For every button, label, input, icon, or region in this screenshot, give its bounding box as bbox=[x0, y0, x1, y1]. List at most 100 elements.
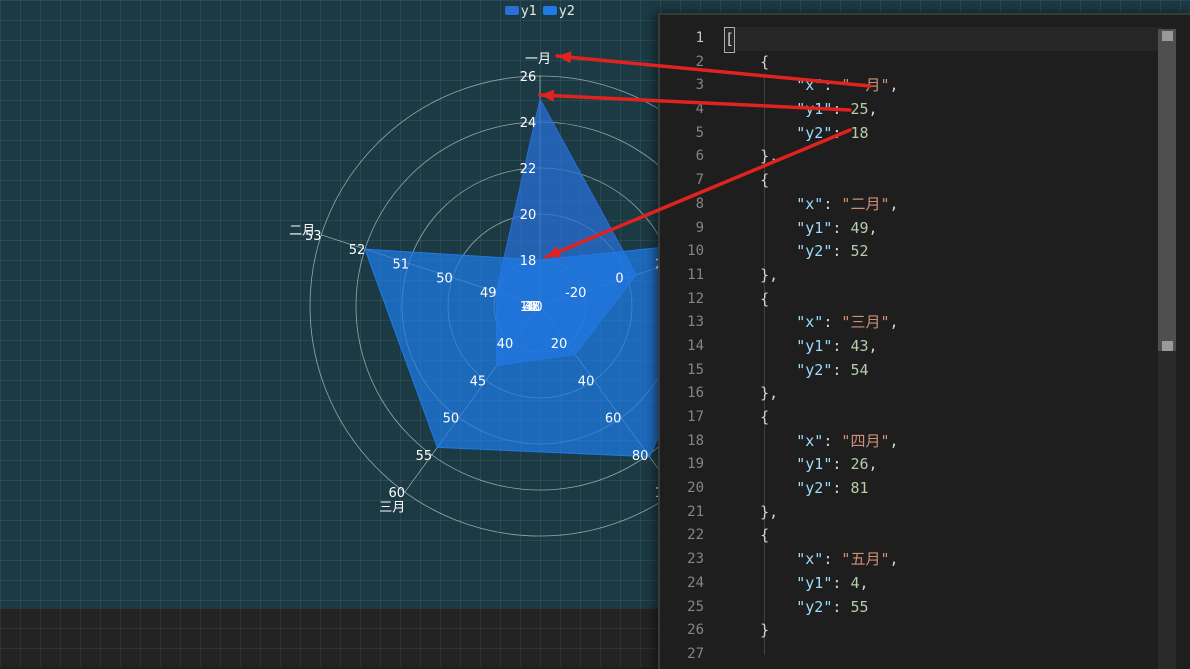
json-token: : bbox=[823, 194, 842, 213]
code-line[interactable]: "y1": 26, bbox=[724, 453, 1162, 477]
tick-label: 49 bbox=[480, 286, 497, 301]
code-line[interactable]: "y1": 25, bbox=[724, 98, 1162, 122]
json-value: 49 bbox=[850, 218, 869, 237]
tick-label: 55 bbox=[416, 449, 433, 464]
json-token: { bbox=[724, 52, 770, 71]
json-value: 三月 bbox=[850, 313, 881, 332]
json-token: "y1" bbox=[796, 218, 833, 237]
code-line[interactable]: "y2": 54 bbox=[724, 359, 1162, 383]
legend-label: y1 bbox=[521, 4, 537, 19]
line-number: 17 bbox=[687, 409, 704, 425]
code-line[interactable]: "y1": 4, bbox=[724, 572, 1162, 596]
json-token: : bbox=[832, 360, 851, 379]
tick-label: 50 bbox=[443, 412, 460, 427]
code-line[interactable]: } bbox=[724, 619, 1162, 643]
json-token: }, bbox=[724, 502, 779, 521]
code-line[interactable]: "x": "五月", bbox=[724, 548, 1162, 572]
line-number: 21 bbox=[687, 503, 704, 520]
json-value: 81 bbox=[850, 479, 869, 498]
tick-label: -40 bbox=[521, 300, 542, 315]
json-token: : bbox=[823, 431, 842, 450]
tick-label: 20 bbox=[551, 337, 568, 352]
legend-swatch-y2 bbox=[543, 6, 557, 15]
line-number: 1 bbox=[695, 30, 704, 46]
line-number: 8 bbox=[695, 195, 704, 212]
json-value: 一月 bbox=[850, 76, 881, 95]
code-line[interactable]: "y2": 55 bbox=[724, 596, 1162, 620]
json-token: "x" bbox=[796, 431, 824, 450]
json-token: : bbox=[832, 336, 851, 355]
code-line[interactable]: }, bbox=[724, 382, 1162, 406]
json-token: : bbox=[823, 550, 842, 569]
code-line[interactable]: [ bbox=[724, 27, 1162, 53]
legend-label: y2 bbox=[559, 4, 575, 19]
code-line[interactable]: "x": "四月", bbox=[724, 430, 1162, 454]
line-number: 19 bbox=[687, 456, 704, 473]
code-line[interactable]: "y2": 52 bbox=[724, 240, 1162, 264]
tick-label: 52 bbox=[349, 243, 366, 258]
code-line[interactable]: "y1": 49, bbox=[724, 217, 1162, 241]
code-line[interactable]: "y1": 43, bbox=[724, 335, 1162, 359]
code-line[interactable]: }, bbox=[724, 145, 1162, 169]
scrollbar-cap-bottom bbox=[1162, 341, 1173, 351]
tick-label: 0 bbox=[615, 272, 623, 287]
json-token: { bbox=[724, 289, 770, 308]
category-label: 一月 bbox=[525, 52, 551, 67]
json-token: }, bbox=[724, 147, 779, 166]
json-value: 五月 bbox=[850, 550, 881, 569]
line-number: 9 bbox=[695, 219, 704, 236]
line-number: 14 bbox=[687, 337, 704, 354]
code-line[interactable]: { bbox=[724, 288, 1162, 312]
code-line[interactable]: }, bbox=[724, 501, 1162, 525]
code-line[interactable]: { bbox=[724, 406, 1162, 430]
tick-label: 45 bbox=[470, 374, 487, 389]
chart-legend[interactable]: y1 y2 bbox=[505, 4, 575, 19]
json-token: } bbox=[724, 621, 770, 640]
line-number: 4 bbox=[695, 101, 704, 118]
code-line[interactable]: "x": "二月", bbox=[724, 193, 1162, 217]
json-token: "y2" bbox=[796, 360, 833, 379]
code-line[interactable]: { bbox=[724, 169, 1162, 193]
json-token: , bbox=[868, 218, 878, 237]
code-line[interactable]: { bbox=[724, 524, 1162, 548]
category-label: 二月 bbox=[289, 223, 315, 238]
tick-label: 26 bbox=[520, 70, 537, 85]
json-token: "x" bbox=[796, 194, 824, 213]
json-token: : bbox=[823, 76, 842, 95]
line-number: 5 bbox=[695, 124, 704, 141]
tick-label: 24 bbox=[520, 116, 537, 131]
code-line[interactable]: "x": "三月", bbox=[724, 311, 1162, 335]
json-token: "y2" bbox=[796, 123, 833, 142]
open-bracket: [ bbox=[724, 27, 736, 53]
json-token: }, bbox=[724, 384, 779, 403]
line-number: 20 bbox=[687, 480, 704, 497]
tick-label: 60 bbox=[605, 412, 622, 427]
code-line[interactable]: "x": "一月", bbox=[724, 74, 1162, 98]
legend-swatch-y1 bbox=[505, 6, 519, 15]
tick-label: 80 bbox=[632, 449, 649, 464]
code-line[interactable]: "y2": 81 bbox=[724, 477, 1162, 501]
json-editor[interactable]: 1 2 3 4 5 6 7 8 9 10 11 12 13 14 15 16 17 18 19 20 21 22 23 24 2… bbox=[658, 13, 1190, 669]
scrollbar-thumb[interactable] bbox=[1158, 29, 1176, 351]
code-line[interactable]: { bbox=[724, 51, 1162, 75]
json-token: , bbox=[889, 431, 899, 450]
json-value: 18 bbox=[850, 123, 869, 142]
json-token: "y2" bbox=[796, 242, 833, 261]
code-line[interactable]: "y2": 18 bbox=[724, 122, 1162, 146]
line-number: 12 bbox=[687, 290, 704, 307]
code-area[interactable]: [ { "x": "一月", "y1": 25, "y2": 18 }, { "… bbox=[724, 27, 1162, 643]
json-value: 43 bbox=[850, 336, 869, 355]
json-token: : bbox=[832, 597, 851, 616]
line-number: 16 bbox=[687, 385, 704, 402]
line-number: 24 bbox=[687, 574, 704, 591]
code-line[interactable]: }, bbox=[724, 264, 1162, 288]
